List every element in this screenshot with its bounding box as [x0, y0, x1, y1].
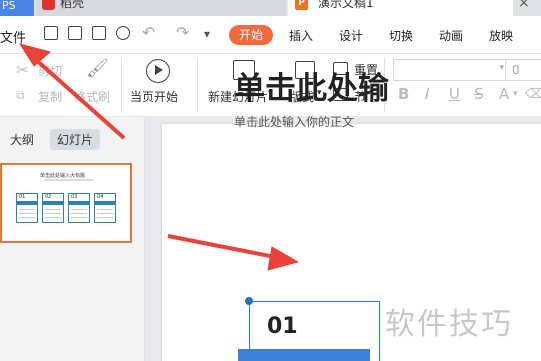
menu-insert[interactable]: 插入 — [289, 27, 313, 44]
ribbon-separator — [121, 58, 122, 112]
thumbnail-card-line — [19, 213, 35, 214]
undo-icon[interactable]: ↶ — [142, 23, 155, 42]
thumbnail-card-line — [19, 217, 35, 218]
thumbnail-card-bar — [17, 201, 37, 205]
italic-button[interactable]: I — [425, 85, 429, 103]
thumbnail-card-bar — [69, 201, 89, 205]
tab-draw-label: 稻壳 — [60, 0, 85, 10]
thumbnail-card-bar — [43, 201, 63, 205]
menu-slideshow[interactable]: 放映 — [489, 27, 513, 44]
slide-thumbnail[interactable]: 单击此处输入大标题 01 02 03 04 — [0, 163, 132, 243]
tab-document[interactable]: P 演示文稿1 — [288, 0, 513, 16]
thumbnail-card-line — [97, 209, 113, 210]
tab-outline[interactable]: 大纲 — [10, 131, 34, 148]
format-painter-icon[interactable]: 🖌 — [86, 58, 109, 79]
selection-handle[interactable] — [245, 297, 253, 305]
tab-slides[interactable]: 幻灯片 — [50, 129, 101, 150]
slide-title[interactable]: 单击此处输 — [234, 63, 389, 108]
thumbnail-card: 02 — [42, 193, 64, 223]
clear-format-icon[interactable]: ⌫ — [525, 87, 541, 102]
thumbnail-card-line — [97, 217, 113, 218]
play-from-current-icon[interactable] — [146, 59, 170, 83]
play-from-current-button[interactable]: 当页开始 — [130, 88, 178, 105]
tab-strip: PS 稻壳 P 演示文稿1 × — [0, 0, 541, 16]
thumbnail-card: 01 — [16, 193, 38, 223]
menu-start[interactable]: 开始 — [229, 25, 273, 45]
thumbnail-card-line — [45, 213, 61, 214]
thumbnail-card-line — [97, 213, 113, 214]
slide-card-number: 01 — [267, 314, 298, 339]
tab-ps-label: PS — [2, 0, 16, 12]
font-color-button[interactable]: A — [499, 85, 509, 103]
thumbnail-subtitle-line — [44, 179, 94, 181]
menu-bar: 文件 ↶ ↷ ▾ 开始 插入 设计 切换 动画 放映 — [0, 16, 541, 54]
bold-button[interactable]: B — [398, 85, 409, 103]
print-preview-icon[interactable] — [116, 26, 130, 40]
thumbnail-card-line — [19, 209, 35, 210]
strikethrough-button[interactable]: S — [474, 85, 484, 103]
thumbnail-card-bar — [95, 201, 115, 205]
slide-subtitle[interactable]: 单击此处输入你的正文 — [234, 113, 354, 130]
cut-button[interactable]: 剪切 — [38, 62, 62, 79]
thumbnail-card-number: 01 — [19, 194, 26, 200]
slide-card[interactable]: 01 — [238, 301, 380, 361]
copy-button[interactable]: 复制 — [38, 88, 62, 105]
thumbnail-card-line — [45, 209, 61, 210]
copy-icon[interactable]: ⧉ — [16, 88, 25, 103]
menu-transition[interactable]: 切换 — [389, 27, 413, 44]
thumbnail-card-line — [71, 209, 87, 210]
thumbnail-title: 单击此处输入大标题 — [40, 173, 86, 179]
font-family-select[interactable]: ▾ — [393, 59, 509, 81]
watermark: 软件技巧 — [385, 307, 513, 342]
cut-icon[interactable]: ✂ — [16, 61, 29, 79]
thumbnail-card-line — [71, 217, 87, 218]
menu-animation[interactable]: 动画 — [439, 27, 463, 44]
tab-document-label: 演示文稿1 — [318, 0, 374, 10]
font-size-select[interactable]: 0 — [505, 59, 541, 81]
close-tab-icon[interactable]: × — [518, 0, 530, 11]
thumbnail-card-number: 03 — [71, 194, 78, 200]
draw-logo-icon — [42, 0, 55, 10]
menu-file[interactable]: 文件 — [0, 27, 26, 46]
export-pdf-icon[interactable] — [68, 26, 82, 40]
thumbnail-card: 03 — [68, 193, 90, 223]
font-color-dropdown-icon[interactable]: ▾ — [513, 89, 518, 99]
thumbnail-card-number: 02 — [45, 194, 52, 200]
underline-button[interactable]: U — [449, 85, 460, 103]
thumbnail-card-line — [45, 217, 61, 218]
tab-draw[interactable]: 稻壳 — [36, 0, 286, 16]
tab-ps[interactable]: PS — [0, 0, 34, 16]
format-painter-button[interactable]: 格式刷 — [74, 88, 110, 105]
slide-card-bar — [238, 349, 370, 361]
quick-access-dropdown-icon[interactable]: ▾ — [204, 27, 210, 41]
thumbnail-card-number: 04 — [97, 194, 104, 200]
save-icon[interactable] — [44, 26, 58, 40]
font-dropdown-icon[interactable]: ▾ — [499, 63, 504, 73]
menu-design[interactable]: 设计 — [339, 27, 363, 44]
presentation-logo-icon: P — [295, 0, 308, 10]
print-icon[interactable] — [92, 26, 106, 40]
thumbnail-card-line — [71, 213, 87, 214]
redo-icon[interactable]: ↷ — [176, 23, 189, 42]
ribbon-separator — [197, 58, 198, 112]
thumbnail-card: 04 — [94, 193, 116, 223]
slide-panel: 大纲 幻灯片 1 单击此处输入大标题 01 02 03 04 — [0, 117, 145, 361]
